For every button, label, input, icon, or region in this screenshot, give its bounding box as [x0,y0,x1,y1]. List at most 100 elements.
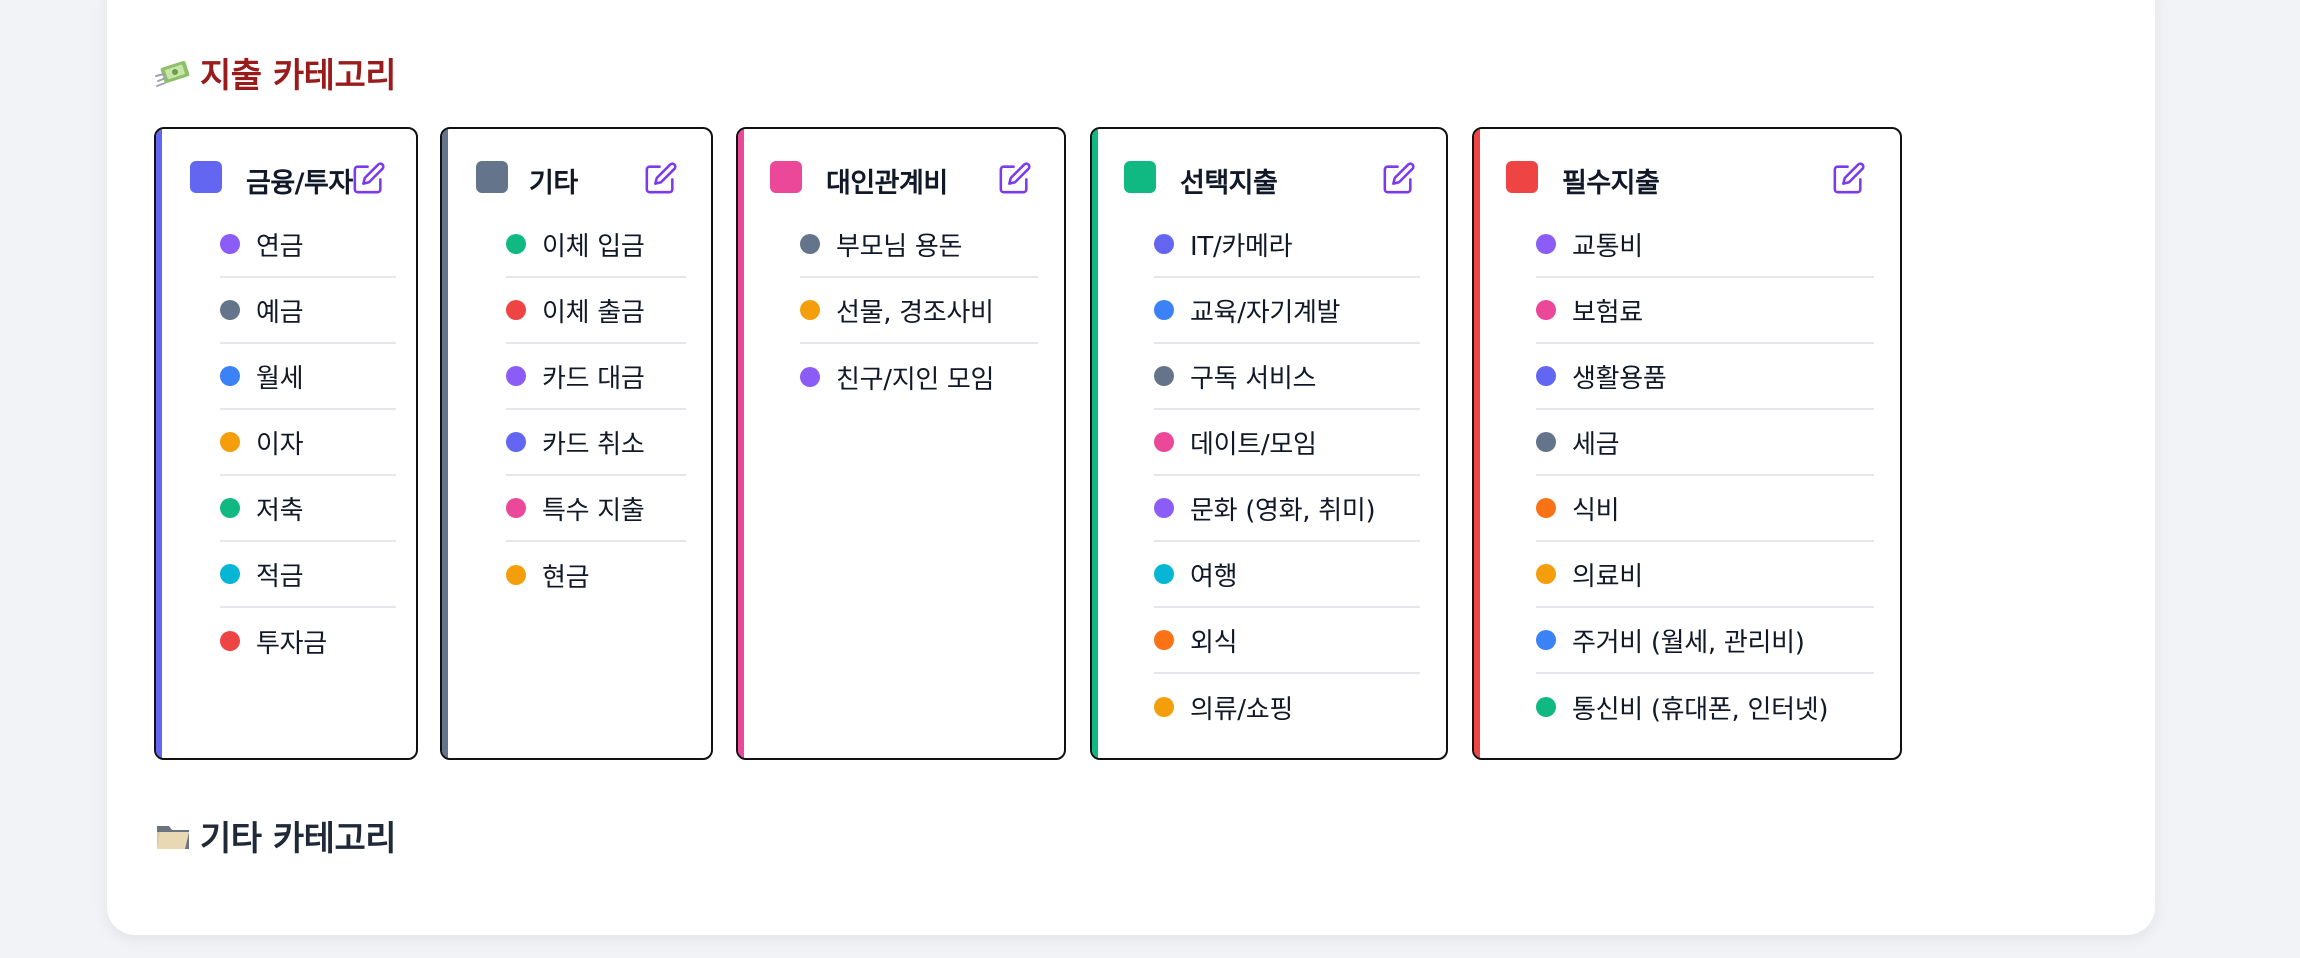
pencil-square-icon [1383,162,1415,194]
category-title: 금융/투자 [246,168,353,199]
card-accent-bar [1092,129,1098,758]
subcategory-color-dot [1536,432,1556,452]
subcategory-color-dot [220,366,240,386]
subcategory-color-dot [220,300,240,320]
card-header: 선택지출 [1092,159,1446,199]
category-title: 기타 [529,168,578,199]
subcategory-item[interactable]: 카드 대금 [506,344,686,410]
subcategory-item[interactable]: 이자 [220,410,396,476]
subcategory-color-dot [1154,498,1174,518]
subcategory-color-dot [506,565,526,585]
subcategory-label: 카드 취소 [542,429,645,460]
subcategory-item[interactable]: 적금 [220,542,396,608]
category-title: 필수지출 [1562,168,1660,199]
subcategory-color-dot [1154,564,1174,584]
subcategory-label: 식비 [1572,495,1620,526]
subcategory-item[interactable]: 저축 [220,476,396,542]
edit-category-button[interactable] [1380,159,1418,197]
subcategory-color-dot [1536,300,1556,320]
subcategory-item[interactable]: 교통비 [1536,212,1874,278]
money-flying-icon [154,54,192,92]
other-category-title: 기타 카테고리 [200,819,397,859]
subcategory-item[interactable]: 의료비 [1536,542,1874,608]
subcategory-label: 이자 [256,429,304,460]
subcategory-item[interactable]: 데이트/모임 [1154,410,1420,476]
subcategory-item[interactable]: 통신비 (휴대폰, 인터넷) [1536,674,1874,740]
subcategory-item[interactable]: 주거비 (월세, 관리비) [1536,608,1874,674]
subcategory-item[interactable]: 세금 [1536,410,1874,476]
subcategory-label: 이체 출금 [542,297,645,328]
category-card: 기타이체 입금이체 출금카드 대금카드 취소특수 지출 현금 [440,127,713,760]
category-card: 필수지출교통비 보험료 생활용품 세금식비의료비주거비 (월세, 관리비) 통신비 (휴… [1472,127,1902,760]
subcategory-label: 데이트/모임 [1190,429,1317,460]
subcategory-item[interactable]: 이체 입금 [506,212,686,278]
subcategory-item[interactable]: 구독 서비스 [1154,344,1420,410]
subcategory-label: 연금 [256,231,304,262]
subcategory-color-dot [800,234,820,254]
subcategory-color-dot [220,631,240,651]
subcategory-item[interactable]: 연금 [220,212,396,278]
subcategory-label: 적금 [256,561,304,592]
subcategory-label: 투자금 [256,628,327,659]
subcategory-label: 친구/지인 모임 [836,364,995,395]
subcategory-color-dot [506,432,526,452]
subcategory-label: 여행 [1190,561,1238,592]
category-color-swatch [190,161,222,193]
subcategory-item[interactable]: 여행 [1154,542,1420,608]
subcategory-item[interactable]: 의류/쇼핑 [1154,674,1420,740]
subcategory-color-dot [1536,630,1556,650]
subcategory-color-dot [220,432,240,452]
subcategory-color-dot [1536,564,1556,584]
subcategory-item[interactable]: 현금 [506,542,686,608]
subcategory-color-dot [1536,498,1556,518]
subcategory-color-dot [220,498,240,518]
card-header: 대인관계비 [738,159,1064,199]
subcategory-label: 저축 [256,495,304,526]
subcategory-color-dot [506,234,526,254]
subcategory-color-dot [1536,366,1556,386]
subcategory-color-dot [506,498,526,518]
subcategory-item[interactable]: 부모님 용돈 [800,212,1038,278]
subcategory-item[interactable]: 이체 출금 [506,278,686,344]
subcategory-label: 의료비 [1572,561,1643,592]
card-header: 기타 [442,159,711,199]
subcategory-label: 문화 (영화, 취미) [1190,495,1376,526]
subcategory-item[interactable]: 문화 (영화, 취미) [1154,476,1420,542]
edit-category-button[interactable] [642,159,680,197]
subcategory-color-dot [1154,366,1174,386]
subcategory-item[interactable]: 선물, 경조사비 [800,278,1038,344]
edit-category-button[interactable] [1830,159,1868,197]
subcategory-item[interactable]: 보험료 [1536,278,1874,344]
subcategory-label: 통신비 (휴대폰, 인터넷) [1572,694,1829,725]
pencil-square-icon [353,162,385,194]
subcategory-item[interactable]: 특수 지출 [506,476,686,542]
category-color-swatch [476,161,508,193]
subcategory-item[interactable]: 외식 [1154,608,1420,674]
edit-category-button[interactable] [996,159,1034,197]
subcategory-item[interactable]: 월세 [220,344,396,410]
card-accent-bar [1474,129,1480,758]
subcategory-item[interactable]: 교육/자기계발 [1154,278,1420,344]
subcategory-color-dot [506,300,526,320]
subcategory-label: 카드 대금 [542,363,645,394]
subcategory-color-dot [1154,630,1174,650]
card-accent-bar [156,129,162,758]
subcategory-color-dot [1154,697,1174,717]
subcategory-label: 예금 [256,297,304,328]
card-accent-bar [738,129,744,758]
pencil-square-icon [645,162,677,194]
subcategory-color-dot [1536,234,1556,254]
subcategory-item[interactable]: 식비 [1536,476,1874,542]
edit-category-button[interactable] [350,159,388,197]
subcategory-item[interactable]: IT/카메라 [1154,212,1420,278]
subcategory-item[interactable]: 투자금 [220,608,396,674]
pencil-square-icon [1833,162,1865,194]
subcategory-item[interactable]: 친구/지인 모임 [800,344,1038,410]
folder-icon [154,817,192,855]
subcategory-item[interactable]: 생활용품 [1536,344,1874,410]
subcategory-item[interactable]: 카드 취소 [506,410,686,476]
subcategory-item[interactable]: 예금 [220,278,396,344]
subcategory-list: 이체 입금이체 출금카드 대금카드 취소특수 지출 현금 [506,212,686,608]
category-card: 선택지출 IT/카메라 교육/자기계발 구독 서비스데이트/모임문화 (영화, 취미)… [1090,127,1448,760]
subcategory-label: 외식 [1190,627,1238,658]
